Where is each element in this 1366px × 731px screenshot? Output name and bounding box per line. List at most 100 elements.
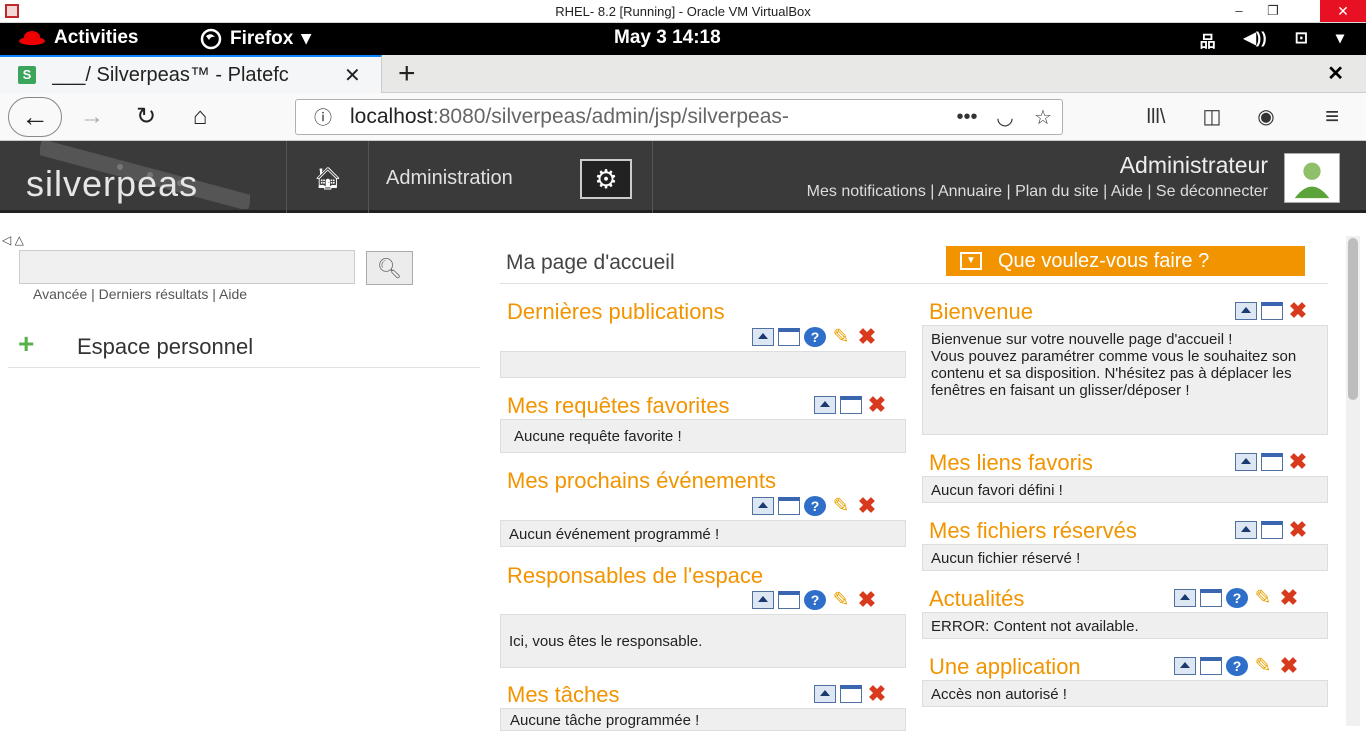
tab-silverpeas[interactable]: S ___/ Silverpeas™ - Platefc ✕ <box>0 55 382 93</box>
url-text[interactable]: localhost:8080/silverpeas/admin/jsp/silv… <box>350 105 948 129</box>
maximize-icon[interactable] <box>778 328 800 346</box>
page-title: Ma page d'accueil <box>506 251 675 274</box>
help-icon[interactable]: ? <box>1226 656 1248 676</box>
close-icon[interactable]: ✖ <box>1278 655 1300 677</box>
que-voulez-vous-faire-button[interactable]: ▼ Que voulez-vous faire ? <box>946 246 1305 276</box>
avatar[interactable] <box>1284 153 1340 203</box>
close-icon[interactable]: ✖ <box>866 683 888 705</box>
nav-bar: ← → ↻ ⌂ ⓘ localhost:8080/silverpeas/admi… <box>0 93 1366 141</box>
close-icon[interactable]: ✖ <box>856 589 878 611</box>
plus-icon[interactable]: + <box>18 328 34 360</box>
portlet-title-actualites: Actualités <box>929 586 1025 611</box>
minimize-window-button[interactable]: – <box>1224 0 1254 22</box>
close-window-icon[interactable]: ✕ <box>1327 61 1344 86</box>
minimize-icon[interactable] <box>1235 521 1257 539</box>
info-icon[interactable]: ⓘ <box>296 104 350 130</box>
search-input[interactable] <box>19 250 355 284</box>
administration-link[interactable]: Administration <box>386 167 513 190</box>
scrollbar-thumb[interactable] <box>1348 238 1358 400</box>
header-divider <box>286 141 287 213</box>
home-button[interactable]: ⌂ <box>184 101 216 133</box>
account-icon[interactable]: ◉ <box>1250 101 1282 133</box>
minimize-icon[interactable] <box>1174 657 1196 675</box>
maximize-icon[interactable] <box>1261 521 1283 539</box>
menu-icon[interactable]: ≡ <box>1316 101 1348 133</box>
portlet-title-responsables: Responsables de l'espace <box>507 563 764 588</box>
pencil-icon[interactable]: ✎ <box>830 327 852 347</box>
user-name[interactable]: Administrateur <box>1120 152 1268 179</box>
portlet-tools: ? ✎ ✖ <box>1174 655 1300 677</box>
page-scrollbar[interactable] <box>1346 236 1360 726</box>
header-divider <box>368 141 369 213</box>
espace-personnel-item[interactable]: + Espace personnel <box>8 328 480 368</box>
close-icon[interactable]: ✖ <box>1278 587 1300 609</box>
close-icon[interactable]: ✖ <box>866 394 888 416</box>
search-links[interactable]: Avancée | Derniers résultats | Aide <box>33 286 247 302</box>
minimize-icon[interactable] <box>814 685 836 703</box>
close-icon[interactable]: ✖ <box>856 326 878 348</box>
help-icon[interactable]: ? <box>804 590 826 610</box>
header-links[interactable]: Mes notifications | Annuaire | Plan du s… <box>807 183 1268 201</box>
reload-button[interactable]: ↻ <box>130 101 162 133</box>
pencil-icon[interactable]: ✎ <box>1252 588 1274 608</box>
maximize-icon[interactable] <box>778 497 800 515</box>
espace-personnel-label[interactable]: Espace personnel <box>77 334 253 360</box>
close-icon[interactable]: ✖ <box>1287 300 1309 322</box>
tab-strip: S ___/ Silverpeas™ - Platefc ✕ + ✕ <box>0 55 1366 93</box>
restore-window-button[interactable]: ❐ <box>1258 0 1288 22</box>
page-actions-icon[interactable]: ••• <box>948 106 986 129</box>
help-icon[interactable]: ? <box>804 496 826 516</box>
close-icon[interactable]: ✖ <box>856 495 878 517</box>
portlet-title-taches: Mes tâches <box>507 682 620 707</box>
portlet-title-application: Une application <box>929 654 1081 679</box>
close-icon[interactable]: ✖ <box>1287 519 1309 541</box>
system-tray[interactable]: 品 ◀)) ⊡ ▾ <box>1200 28 1344 52</box>
title-divider <box>500 283 1328 284</box>
close-window-button[interactable]: ✕ <box>1320 0 1366 22</box>
pocket-icon[interactable]: ◡ <box>986 105 1024 130</box>
chevron-down-icon: ▾ <box>1335 30 1344 47</box>
sidebar-icon[interactable]: ◫ <box>1196 101 1228 133</box>
back-button[interactable]: ← <box>8 97 62 137</box>
minimize-icon[interactable] <box>814 396 836 414</box>
minimize-icon[interactable] <box>1174 589 1196 607</box>
portlet-title-fichiers: Mes fichiers réservés <box>929 518 1137 543</box>
portlet-tools: ✖ <box>814 683 888 705</box>
pencil-icon[interactable]: ✎ <box>1252 656 1274 676</box>
chevron-down-icon: ▾ <box>301 28 311 49</box>
pencil-icon[interactable]: ✎ <box>830 496 852 516</box>
pencil-icon[interactable]: ✎ <box>830 590 852 610</box>
help-icon[interactable]: ? <box>1226 588 1248 608</box>
clock[interactable]: May 3 14:18 <box>614 27 721 49</box>
maximize-icon[interactable] <box>778 591 800 609</box>
gear-icon[interactable]: ⚙ <box>580 159 632 199</box>
minimize-icon[interactable] <box>752 497 774 515</box>
maximize-icon[interactable] <box>1261 302 1283 320</box>
home-icon[interactable]: 🏠︎ <box>314 166 342 192</box>
minimize-icon[interactable] <box>1235 302 1257 320</box>
window-title: RHEL- 8.2 [Running] - Oracle VM VirtualB… <box>555 4 811 19</box>
maximize-icon[interactable] <box>1200 589 1222 607</box>
help-icon[interactable]: ? <box>804 327 826 347</box>
activities-button[interactable]: Activities <box>18 27 138 49</box>
search-icon[interactable]: 🔍︎ <box>366 251 413 285</box>
portlet-title-evenements: Mes prochains événements <box>507 468 777 493</box>
close-tab-icon[interactable]: ✕ <box>344 63 361 88</box>
maximize-icon[interactable] <box>840 396 862 414</box>
maximize-icon[interactable] <box>840 685 862 703</box>
portlet-body-application: Accès non autorisé ! <box>922 680 1328 707</box>
new-tab-button[interactable]: + <box>398 57 416 91</box>
minimize-icon[interactable] <box>1235 453 1257 471</box>
library-icon[interactable]: lll\ <box>1140 101 1172 133</box>
app-menu[interactable]: Firefox ▾ <box>200 27 311 50</box>
minimize-icon[interactable] <box>752 591 774 609</box>
url-bar[interactable]: ⓘ localhost:8080/silverpeas/admin/jsp/si… <box>295 99 1063 135</box>
bookmark-star-icon[interactable]: ☆ <box>1024 105 1062 130</box>
minimize-icon[interactable] <box>752 328 774 346</box>
close-icon[interactable]: ✖ <box>1287 451 1309 473</box>
panel-toggle-arrows[interactable]: ◁ △ <box>2 233 24 247</box>
maximize-icon[interactable] <box>1200 657 1222 675</box>
forward-button[interactable]: → <box>76 101 108 133</box>
maximize-icon[interactable] <box>1261 453 1283 471</box>
silverpeas-logo[interactable]: silverpeas <box>26 163 198 205</box>
